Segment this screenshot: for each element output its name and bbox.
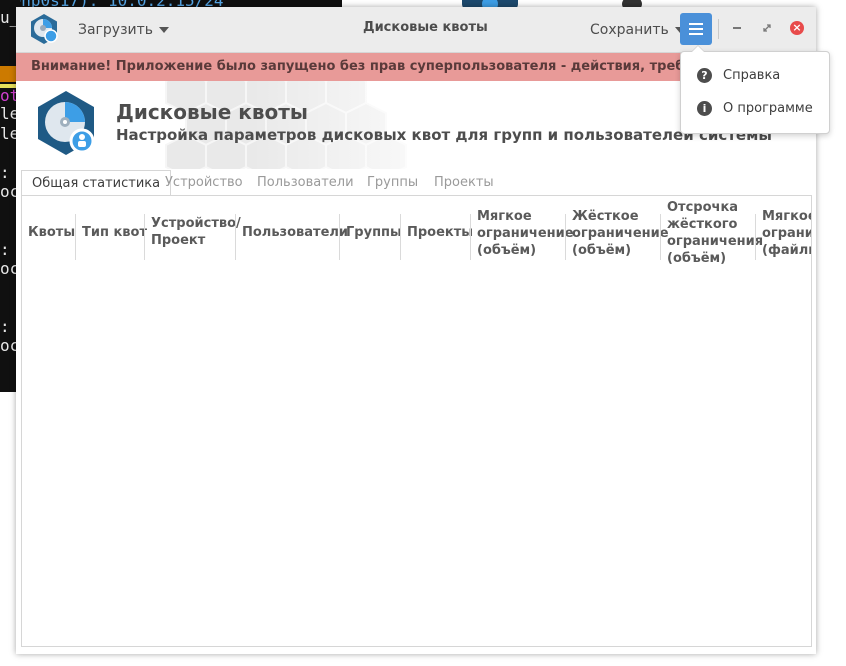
maximize-button[interactable] [759,20,775,36]
chevron-down-icon [159,27,170,33]
column-header-device-project[interactable]: Устройство/ Проект [151,212,241,252]
save-menu-label: Сохранить [590,22,669,38]
close-button[interactable]: × [789,20,805,36]
window-title: Дисковые квоты [363,20,488,35]
page-subtitle: Настройка параметров дисковых квот для г… [116,126,772,144]
tab-bar: Общая статистика Устройство Пользователи… [21,170,811,196]
disk-quota-logo-icon [38,91,95,155]
titlebar-separator [718,19,719,39]
main-menu-popup: ? Справка i О программе [680,45,830,134]
info-icon: i [697,100,712,116]
column-header-quota-type[interactable]: Тип квот [82,212,147,252]
page-title: Дисковые квоты [116,100,308,124]
column-header-quotas[interactable]: Квоты [28,212,75,252]
tab-users[interactable]: Пользователи [247,170,364,194]
column-header-users[interactable]: Пользователи [242,212,348,252]
app-logo-icon [31,14,58,44]
tab-general-stats[interactable]: Общая статистика [21,170,172,196]
maximize-icon [763,24,771,32]
load-menu-button[interactable]: Загрузить [78,20,170,40]
column-header-soft-limit-files[interactable]: Мягкое ограничение (файлы) [762,209,811,258]
minimize-icon [733,27,741,29]
column-header-hard-limit-grace-volume[interactable]: Отсрочка жёсткого ограничения (объём) [667,200,763,266]
menu-item-about-label: О программе [723,100,813,116]
hamburger-menu-button[interactable] [680,13,712,45]
column-header-hard-limit-volume[interactable]: Жёсткое ограничение (объём) [572,209,669,258]
stats-table-panel: Квоты Тип квот Устройство/ Проект Пользо… [21,195,812,647]
hamburger-icon [689,23,703,25]
tab-projects[interactable]: Проекты [424,170,504,194]
save-menu-button[interactable]: Сохранить [590,20,685,40]
menu-item-about[interactable]: i О программе [697,98,813,118]
tab-groups[interactable]: Группы [357,170,428,194]
help-icon: ? [697,67,712,83]
minimize-button[interactable] [729,20,745,36]
column-header-soft-limit-volume[interactable]: Мягкое ограничение (объём) [477,209,574,258]
close-icon: × [790,21,804,35]
menu-item-help[interactable]: ? Справка [697,65,780,85]
column-header-projects[interactable]: Проекты [407,212,473,252]
tab-device[interactable]: Устройство [155,170,253,194]
column-header-groups[interactable]: Группы [346,212,402,252]
hexagon-background [156,81,476,169]
load-menu-label: Загрузить [78,22,154,38]
menu-item-help-label: Справка [723,67,781,83]
